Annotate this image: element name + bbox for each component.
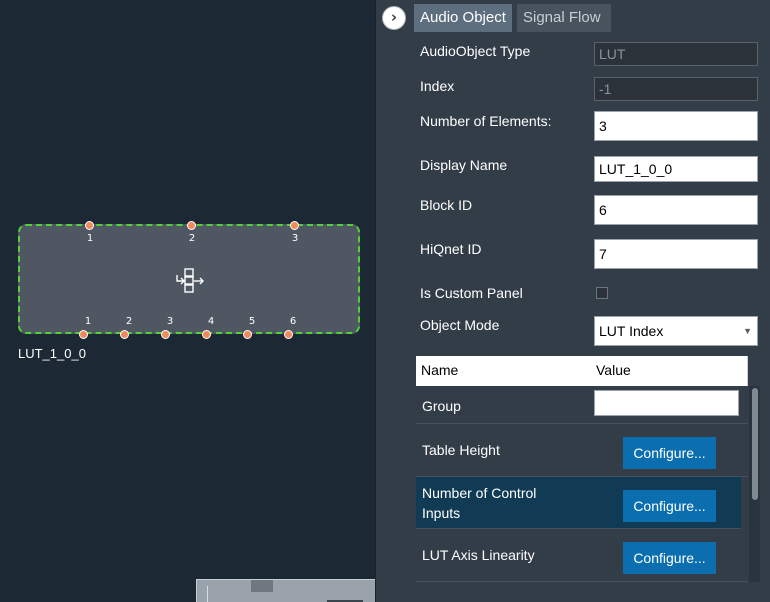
display-name-label: Display Name — [420, 157, 508, 173]
input-pin-label: 1 — [86, 233, 94, 244]
column-header-name[interactable]: Name — [421, 362, 458, 378]
object-mode-label: Object Mode — [420, 317, 500, 333]
table-row[interactable]: Table Height Configure... — [416, 424, 748, 477]
input-pin-2[interactable] — [187, 221, 196, 230]
lut-block-icon — [175, 268, 205, 294]
hiqnet-id-input[interactable]: 7 — [594, 239, 758, 269]
output-pin-label: 3 — [166, 316, 174, 327]
configure-button[interactable]: Configure... — [623, 490, 716, 522]
row-name: LUT Axis Linearity — [422, 547, 535, 563]
output-pin-label: 2 — [125, 316, 133, 327]
output-pin-label: 4 — [207, 316, 215, 327]
num-elements-input[interactable]: 3 — [594, 111, 758, 141]
table-row[interactable]: Number of Control Inputs Configure... — [416, 477, 741, 529]
table-row[interactable]: LUT Axis Linearity Configure... — [416, 529, 748, 582]
audioobject-type-label: AudioObject Type — [420, 43, 531, 59]
object-mode-select[interactable]: LUT Index ▼ — [594, 316, 758, 346]
audioobject-type-field: LUT — [594, 42, 758, 66]
input-pin-label: 2 — [188, 233, 196, 244]
properties-panel: › Audio Object Signal Flow AudioObject T… — [375, 0, 770, 602]
minimap[interactable] — [196, 579, 375, 602]
tab-signal-flow[interactable]: Signal Flow — [517, 4, 611, 32]
configure-button[interactable]: Configure... — [623, 437, 716, 469]
block-id-label: Block ID — [420, 197, 473, 213]
output-pin-5[interactable] — [243, 330, 252, 339]
num-elements-label: Number of Elements: — [420, 113, 552, 129]
output-pin-2[interactable] — [120, 330, 129, 339]
is-custom-panel-label: Is Custom Panel — [420, 285, 523, 301]
is-custom-panel-checkbox[interactable] — [596, 287, 608, 299]
chevron-down-icon: ▼ — [743, 326, 752, 336]
block-id-input[interactable]: 6 — [594, 195, 758, 225]
object-mode-value: LUT Index — [599, 323, 664, 339]
input-pin-label: 3 — [291, 233, 299, 244]
input-pin-1[interactable] — [85, 221, 94, 230]
column-separator — [747, 356, 748, 386]
output-pin-label: 5 — [248, 316, 256, 327]
index-field: -1 — [594, 77, 758, 101]
group-input[interactable] — [594, 390, 739, 416]
lut-block[interactable]: 1 2 3 1 2 3 4 5 6 — [18, 221, 360, 339]
column-header-value[interactable]: Value — [596, 362, 631, 378]
row-name: Number of Control Inputs — [422, 485, 537, 521]
row-name: Group — [422, 398, 461, 414]
properties-grid: Name Value Group Table Height Configure.… — [416, 356, 760, 582]
index-label: Index — [420, 78, 455, 94]
minimap-viewport — [251, 580, 273, 592]
output-pin-label: 1 — [84, 316, 92, 327]
table-row[interactable]: Group — [416, 386, 748, 424]
design-canvas[interactable]: 1 2 3 1 2 3 4 5 6 LUT_1_0_0 — [0, 0, 375, 602]
input-pin-3[interactable] — [290, 221, 299, 230]
output-pin-label: 6 — [289, 316, 297, 327]
grid-scrollbar-thumb[interactable] — [752, 388, 758, 500]
output-pin-3[interactable] — [161, 330, 170, 339]
grid-header: Name Value — [416, 356, 748, 386]
hiqnet-id-label: HiQnet ID — [420, 241, 482, 257]
output-pin-1[interactable] — [79, 330, 88, 339]
block-name-label: LUT_1_0_0 — [18, 346, 86, 361]
chevron-right-icon[interactable]: › — [382, 6, 406, 30]
configure-button[interactable]: Configure... — [623, 542, 716, 574]
output-pin-4[interactable] — [202, 330, 211, 339]
tab-audio-object[interactable]: Audio Object — [414, 4, 512, 32]
output-pin-6[interactable] — [284, 330, 293, 339]
display-name-input[interactable]: LUT_1_0_0 — [594, 156, 758, 182]
minimap-divider — [207, 586, 208, 602]
row-name: Table Height — [422, 442, 500, 458]
